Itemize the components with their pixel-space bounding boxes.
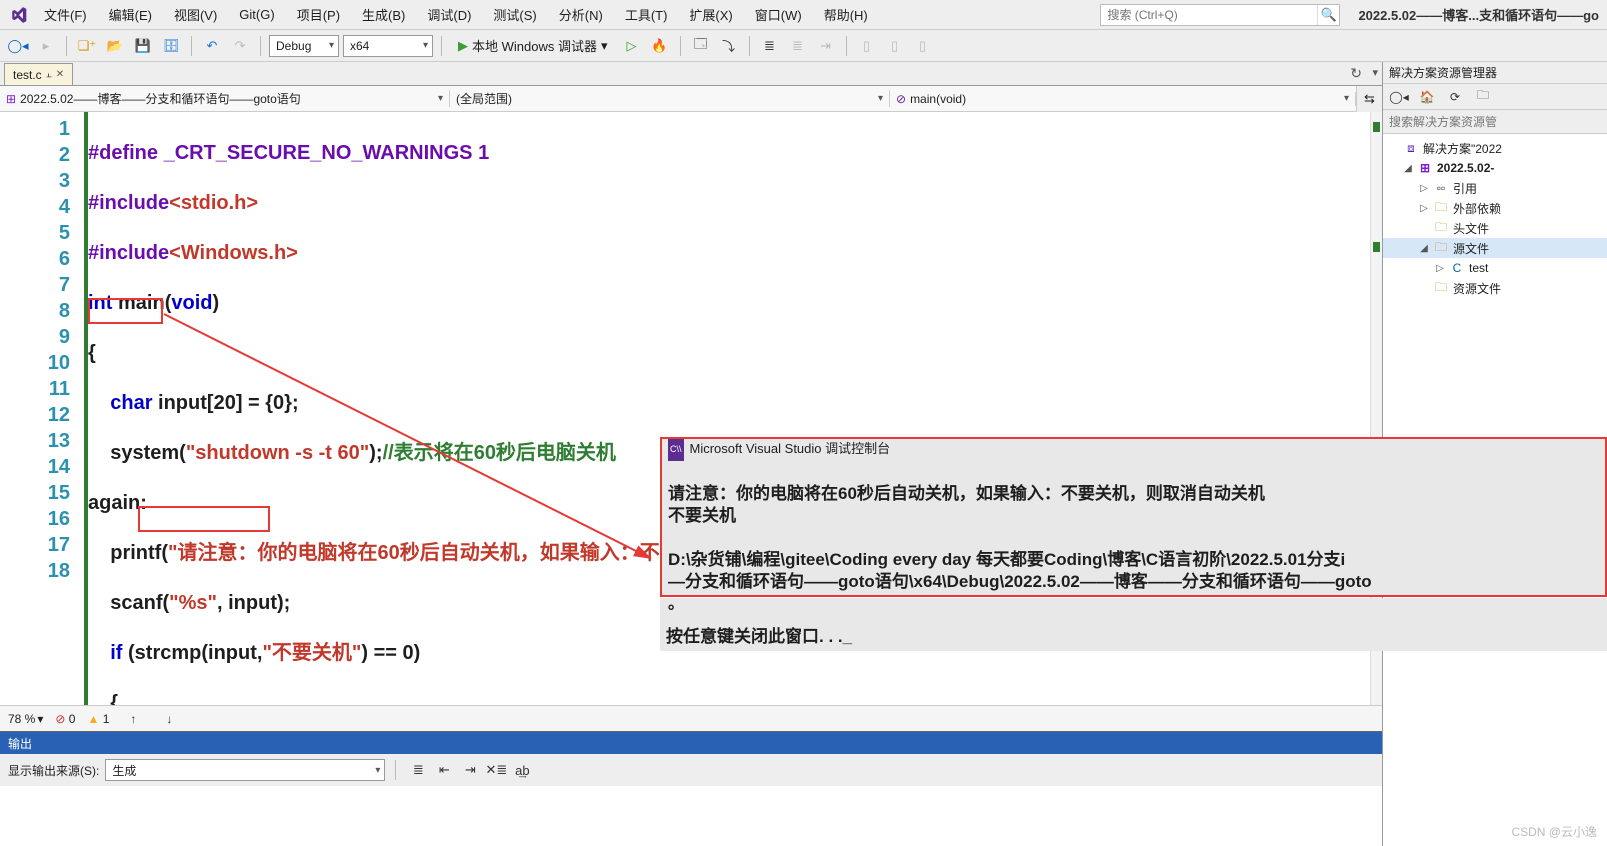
platform-combo[interactable]: x64 bbox=[343, 35, 433, 57]
open-icon[interactable]: 📂 bbox=[103, 34, 127, 58]
tab-testc[interactable]: test.c ⫠ ✕ bbox=[4, 63, 73, 85]
output-wrap-icon[interactable]: a͢b bbox=[510, 758, 534, 782]
tree-source[interactable]: ◢🗀源文件 bbox=[1383, 238, 1607, 258]
save-all-icon[interactable]: 🗄 bbox=[159, 34, 183, 58]
menu-window[interactable]: 窗口(W) bbox=[747, 3, 810, 26]
se-search[interactable]: 搜索解决方案资源管 bbox=[1383, 110, 1607, 134]
save-icon[interactable]: 💾 bbox=[131, 34, 155, 58]
watermark: CSDN @云小逸 bbox=[1511, 823, 1597, 840]
vs-logo-icon bbox=[8, 4, 30, 26]
output-source-label: 显示输出来源(S): bbox=[8, 762, 99, 779]
editor-tabs: test.c ⫠ ✕ ▾ ↻ bbox=[0, 62, 1382, 86]
search-box[interactable]: 🔍 bbox=[1100, 4, 1340, 26]
tree-project[interactable]: ◢⊞2022.5.02- bbox=[1383, 158, 1607, 178]
se-title: 解决方案资源管理器 bbox=[1383, 62, 1607, 84]
zoom-combo[interactable]: 78 % ▾ bbox=[8, 712, 43, 726]
output-next-icon[interactable]: ⇥ bbox=[458, 758, 482, 782]
output-prev-icon[interactable]: ⇤ bbox=[432, 758, 456, 782]
error-count[interactable]: ⊘ 0 bbox=[55, 712, 75, 726]
search-input[interactable] bbox=[1101, 8, 1317, 22]
project-title: 2022.5.02——博客...支和循环语句——go bbox=[1358, 5, 1599, 24]
menu-analyze[interactable]: 分析(N) bbox=[551, 3, 611, 26]
output-source-combo[interactable]: 生成 bbox=[105, 759, 385, 781]
tree-extdep[interactable]: ▷🗀外部依赖 bbox=[1383, 198, 1607, 218]
menu-help[interactable]: 帮助(H) bbox=[816, 3, 876, 26]
tab-reset-icon[interactable]: ↻ bbox=[1350, 65, 1362, 82]
start-debug-button[interactable]: ▶本地 Windows 调试器 ▾ bbox=[450, 34, 616, 57]
forward-button[interactable]: ▸ bbox=[34, 34, 58, 58]
output-title: 输出 bbox=[0, 732, 1382, 754]
tree-file-testc[interactable]: ▷Ctest bbox=[1383, 258, 1607, 278]
tab-label: test.c bbox=[13, 68, 42, 82]
menu-git[interactable]: Git(G) bbox=[231, 5, 282, 24]
nav-func[interactable]: ⊘main(void) bbox=[890, 92, 1356, 106]
menu-project[interactable]: 项目(P) bbox=[289, 3, 348, 26]
menu-test[interactable]: 测试(S) bbox=[485, 3, 544, 26]
close-tab-icon[interactable]: ✕ bbox=[56, 69, 64, 80]
tree-headers[interactable]: 🗀头文件 bbox=[1383, 218, 1607, 238]
debug-console: C\\ Microsoft Visual Studio 调试控制台 请注意：你的… bbox=[660, 437, 1607, 597]
menu-debug[interactable]: 调试(D) bbox=[419, 3, 479, 26]
start-nodebug-icon[interactable]: ▷ bbox=[620, 34, 644, 58]
comment-icon[interactable]: ≣ bbox=[758, 34, 782, 58]
tab-overflow-icon[interactable]: ▾ bbox=[1372, 66, 1378, 79]
menu-file[interactable]: 文件(F) bbox=[36, 3, 95, 26]
se-back-icon[interactable]: ◯◂ bbox=[1387, 85, 1411, 109]
nav-context[interactable]: ⊞2022.5.02——博客——分支和循环语句——goto语句 bbox=[0, 90, 450, 107]
console-title: C\\ Microsoft Visual Studio 调试控制台 bbox=[662, 439, 1605, 459]
tree-solution[interactable]: ⧈解决方案"2022 bbox=[1383, 138, 1607, 158]
output-clear-icon[interactable]: ✕≣ bbox=[484, 758, 508, 782]
context-nav: ⊞2022.5.02——博客——分支和循环语句——goto语句 (全局范围) ⊘… bbox=[0, 86, 1382, 112]
vs-console-icon: C\\ bbox=[668, 437, 684, 461]
main-toolbar: ◯◂ ▸ ❏⁺ 📂 💾 🗄 ↶ ↷ Debug x64 ▶本地 Windows … bbox=[0, 30, 1607, 62]
browser-icon[interactable]: 🗔 bbox=[689, 34, 713, 58]
config-combo[interactable]: Debug bbox=[269, 35, 339, 57]
tree-references[interactable]: ▷▫▫引用 bbox=[1383, 178, 1607, 198]
menu-ext[interactable]: 扩展(X) bbox=[681, 3, 740, 26]
uncomment-icon[interactable]: ≣ bbox=[786, 34, 810, 58]
indent-icon[interactable]: ⇥ bbox=[814, 34, 838, 58]
menu-tools[interactable]: 工具(T) bbox=[617, 3, 676, 26]
redo-icon[interactable]: ↷ bbox=[228, 34, 252, 58]
nav-up-icon[interactable]: ↑ bbox=[121, 707, 145, 731]
undo-icon[interactable]: ↶ bbox=[200, 34, 224, 58]
se-showall-icon[interactable]: 🗀 bbox=[1471, 85, 1495, 109]
menu-bar: 文件(F) 编辑(E) 视图(V) Git(G) 项目(P) 生成(B) 调试(… bbox=[0, 0, 1607, 30]
bookmark2-icon[interactable]: ▯ bbox=[883, 34, 907, 58]
nav-down-icon[interactable]: ↓ bbox=[157, 707, 181, 731]
menu-edit[interactable]: 编辑(E) bbox=[101, 3, 160, 26]
nav-scope[interactable]: (全局范围) bbox=[450, 90, 890, 107]
output-panel: 输出 显示输出来源(S): 生成 ≣ ⇤ ⇥ ✕≣ a͢b bbox=[0, 731, 1382, 846]
step-icon[interactable]: ⤵ bbox=[717, 34, 741, 58]
se-home-icon[interactable]: 🏠 bbox=[1415, 85, 1439, 109]
menu-build[interactable]: 生成(B) bbox=[354, 3, 413, 26]
hot-reload-icon[interactable]: 🔥 bbox=[648, 34, 672, 58]
console-body: 请注意：你的电脑将在60秒后自动关机，如果输入：不要关机，则取消自动关机 不要关… bbox=[662, 459, 1605, 597]
console-tail: °按任意键关闭此窗口. . ._ bbox=[660, 598, 1607, 651]
bookmark3-icon[interactable]: ▯ bbox=[911, 34, 935, 58]
editor-statusbar: 78 % ▾ ⊘ 0 ▲ 1 ↑ ↓ bbox=[0, 705, 1382, 731]
warning-count[interactable]: ▲ 1 bbox=[87, 712, 109, 726]
bookmark-icon[interactable]: ▯ bbox=[855, 34, 879, 58]
menu-view[interactable]: 视图(V) bbox=[166, 3, 225, 26]
new-project-icon[interactable]: ❏⁺ bbox=[75, 34, 99, 58]
line-gutter: 123456789101112131415161718 bbox=[0, 112, 80, 705]
pin-icon[interactable]: ⫠ bbox=[46, 69, 52, 80]
search-button[interactable]: 🔍 bbox=[1317, 5, 1339, 25]
nav-swap-icon[interactable]: ⇆ bbox=[1356, 86, 1382, 112]
back-button[interactable]: ◯◂ bbox=[6, 34, 30, 58]
se-toolbar: ◯◂ 🏠 ⟳ 🗀 bbox=[1383, 84, 1607, 110]
output-goto-icon[interactable]: ≣ bbox=[406, 758, 430, 782]
se-sync-icon[interactable]: ⟳ bbox=[1443, 85, 1467, 109]
tree-resources[interactable]: 🗀资源文件 bbox=[1383, 278, 1607, 298]
